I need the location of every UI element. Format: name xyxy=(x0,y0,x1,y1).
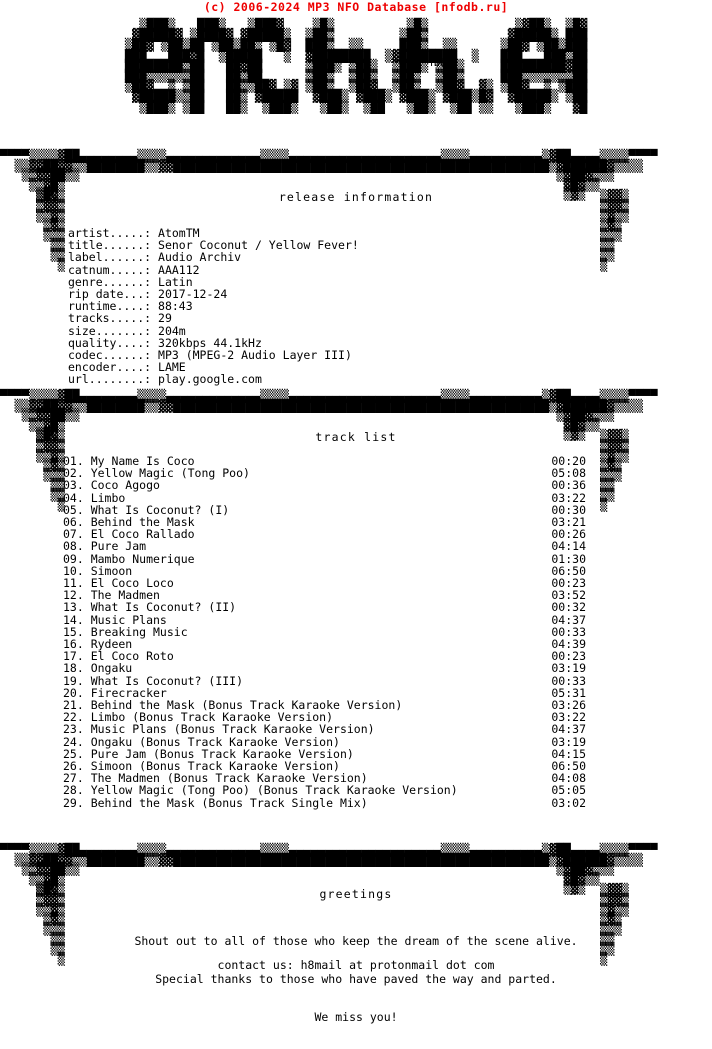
track-row: 08. Pure Jam 04:14 xyxy=(63,540,586,552)
copyright-banner: (c) 2006-2024 MP3 NFO Database [nfodb.ru… xyxy=(203,0,509,14)
track-title: 18. Ongaku xyxy=(63,661,133,676)
section-title-greetings: greetings xyxy=(319,887,393,901)
track-title: 04. Limbo xyxy=(63,490,126,505)
release-info-value: play.google.com xyxy=(158,372,262,387)
release-info-label: url........: xyxy=(68,372,159,387)
release-info-row: url........: play.google.com xyxy=(68,373,359,385)
track-row: 03. Coco Agogo 00:36 xyxy=(63,479,586,491)
section-title-release-information: release information xyxy=(278,190,434,204)
track-row: 04. Limbo 03:22 xyxy=(63,490,586,505)
greetings-line-2: Special thanks to those who have paved t… xyxy=(155,971,557,986)
logo-artist-tag: hX! xyxy=(430,56,450,69)
track-title: 08. Pure Jam xyxy=(63,539,147,554)
track-row: 15. Breaking Music 00:33 xyxy=(63,626,586,638)
contact-line: contact us: h8mail at protonmail dot com xyxy=(217,958,495,972)
track-duration: 00:36 xyxy=(551,478,586,493)
ascii-logo: ▒███▒ ███▒ ▒███▓ ▒█▒ ▒█▒ ▒▓██▒ ▒█▓ ▓████… xyxy=(124,18,588,114)
track-row: 18. Ongaku 03:19 xyxy=(63,662,586,674)
track-title: 14. Music Plans xyxy=(63,612,167,627)
track-row: 28. Yellow Magic (Tong Poo) (Bonus Track… xyxy=(63,784,586,796)
track-title: 28. Yellow Magic (Tong Poo) (Bonus Track… xyxy=(63,783,458,798)
greetings-line-3: We miss you! xyxy=(314,1009,398,1024)
track-title: 13. What Is Coconut? (II) xyxy=(63,600,237,615)
track-title: 23. Music Plans (Bonus Track Karaoke Ver… xyxy=(63,722,375,737)
section-title-track-list: track list xyxy=(315,430,397,444)
greetings-line-1: Shout out to all of those who keep the d… xyxy=(134,934,578,949)
track-duration: 04:37 xyxy=(551,722,586,737)
track-title: 03. Coco Agogo xyxy=(63,478,160,493)
track-duration: 03:19 xyxy=(551,661,586,676)
track-duration: 03:22 xyxy=(551,490,586,505)
track-duration: 01:30 xyxy=(551,551,586,566)
track-duration: 03:02 xyxy=(551,795,586,810)
track-row: 17. El Coco Roto 00:23 xyxy=(63,650,586,662)
track-list: 01. My Name Is Coco 00:20 02. Yellow Magic… xyxy=(63,455,586,809)
track-row: 13. What Is Coconut? (II) 00:32 xyxy=(63,601,586,613)
release-info-block: artist.....: AtomTM title......: Senor Co… xyxy=(68,227,359,386)
greetings-block: Shout out to all of those who keep the d… xyxy=(0,910,712,1049)
track-row: 14. Music Plans 04:37 xyxy=(63,612,586,627)
release-info-value: MP3 (MPEG-2 Audio Layer III) xyxy=(158,348,352,363)
nfo-page: (c) 2006-2024 MP3 NFO Database [nfodb.ru… xyxy=(0,0,712,1023)
track-title: 29. Behind the Mask (Bonus Track Single … xyxy=(63,795,368,810)
track-row: 23. Music Plans (Bonus Track Karaoke Ver… xyxy=(63,723,586,735)
track-title: 09. Mambo Numerique xyxy=(63,551,195,566)
track-duration: 04:14 xyxy=(551,539,586,554)
track-duration: 04:37 xyxy=(551,612,586,627)
track-row: 09. Mambo Numerique 01:30 xyxy=(63,551,586,566)
track-duration: 05:05 xyxy=(551,783,586,798)
track-row: 29. Behind the Mask (Bonus Track Single … xyxy=(63,795,586,810)
track-duration: 00:32 xyxy=(551,600,586,615)
